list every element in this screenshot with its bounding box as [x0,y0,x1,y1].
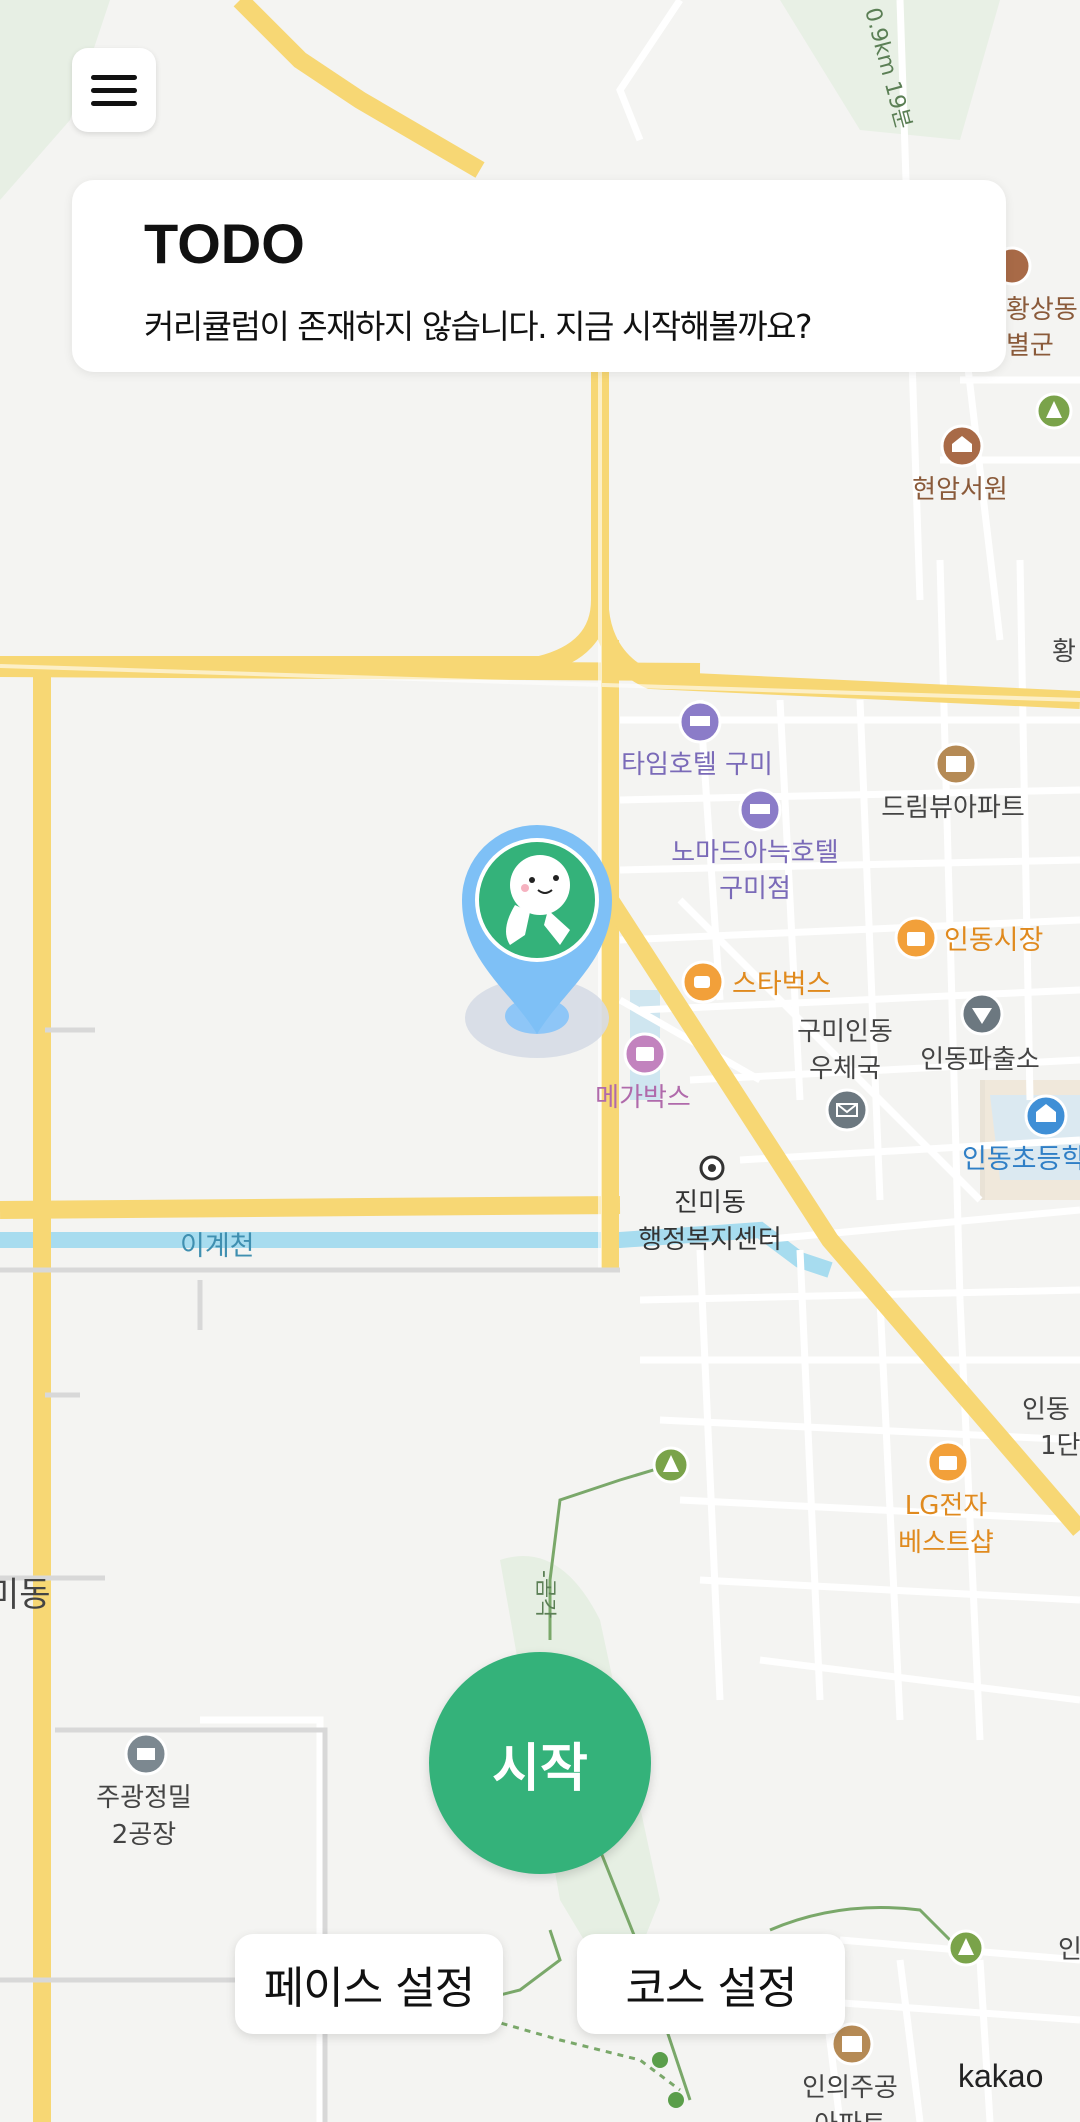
stream-label: 이계천 [180,1231,255,1262]
area-label: 황 [1052,637,1076,667]
map-attribution: kakao [958,2058,1044,2094]
svg-text:노마드아늑호텔: 노마드아늑호텔 [671,838,838,868]
svg-text:주광정밀: 주광정밀 [96,1783,192,1813]
trail-marker-icon [1035,392,1073,430]
menu-button[interactable] [72,48,156,132]
hamburger-menu-icon [91,74,137,80]
trail-name-label: -곰각 [532,1570,557,1618]
todo-title: TODO [144,212,305,275]
svg-text:아파트: 아파트 [814,2110,886,2122]
svg-text:구미점: 구미점 [719,874,791,904]
svg-text:타임호텔 구미: 타임호텔 구미 [621,750,773,780]
todo-message: 커리큘럼이 존재하지 않습니다. 지금 시작해볼까요? [144,307,813,346]
course-settings-button[interactable]: 코스 설정 [577,1934,845,2034]
svg-text:인의주공: 인의주공 [802,2073,898,2103]
svg-text:인동초등학: 인동초등학 [962,1144,1080,1175]
trail-marker-icon [652,1446,690,1484]
area-label: 황상동 [1006,295,1078,325]
svg-text:우체국: 우체국 [809,1054,881,1084]
svg-text:행정복지센터: 행정복지센터 [638,1225,782,1255]
svg-text:메가박스: 메가박스 [595,1083,691,1113]
post-office-icon [825,1088,869,1132]
todo-card[interactable]: TODO 커리큘럼이 존재하지 않습니다. 지금 시작해볼까요? [72,180,1006,372]
svg-text:현암서원: 현암서원 [912,475,1008,505]
svg-text:드림뷰아파트: 드림뷰아파트 [881,793,1025,823]
svg-text:구미인동: 구미인동 [797,1017,893,1047]
area-label: 1단 [1040,1431,1080,1461]
svg-text:LG전자: LG전자 [905,1491,988,1521]
svg-text:스타벅스: 스타벅스 [732,969,831,1000]
area-label: 인 [1058,1935,1080,1965]
trail-marker-icon [947,1929,985,1967]
user-location-marker[interactable] [462,824,613,1058]
svg-text:인동시장: 인동시장 [944,925,1043,956]
area-label: 별군 [1006,331,1054,361]
svg-text:진미동: 진미동 [674,1188,746,1218]
area-label: 인동 [1022,1395,1070,1425]
area-label: 미동 [0,1575,51,1615]
start-button[interactable]: 시작 [429,1652,651,1874]
svg-text:인동파출소: 인동파출소 [920,1045,1040,1075]
svg-text:베스트샵: 베스트샵 [898,1528,994,1558]
pace-settings-button[interactable]: 페이스 설정 [235,1934,503,2034]
svg-text:2공장: 2공장 [112,1820,176,1850]
